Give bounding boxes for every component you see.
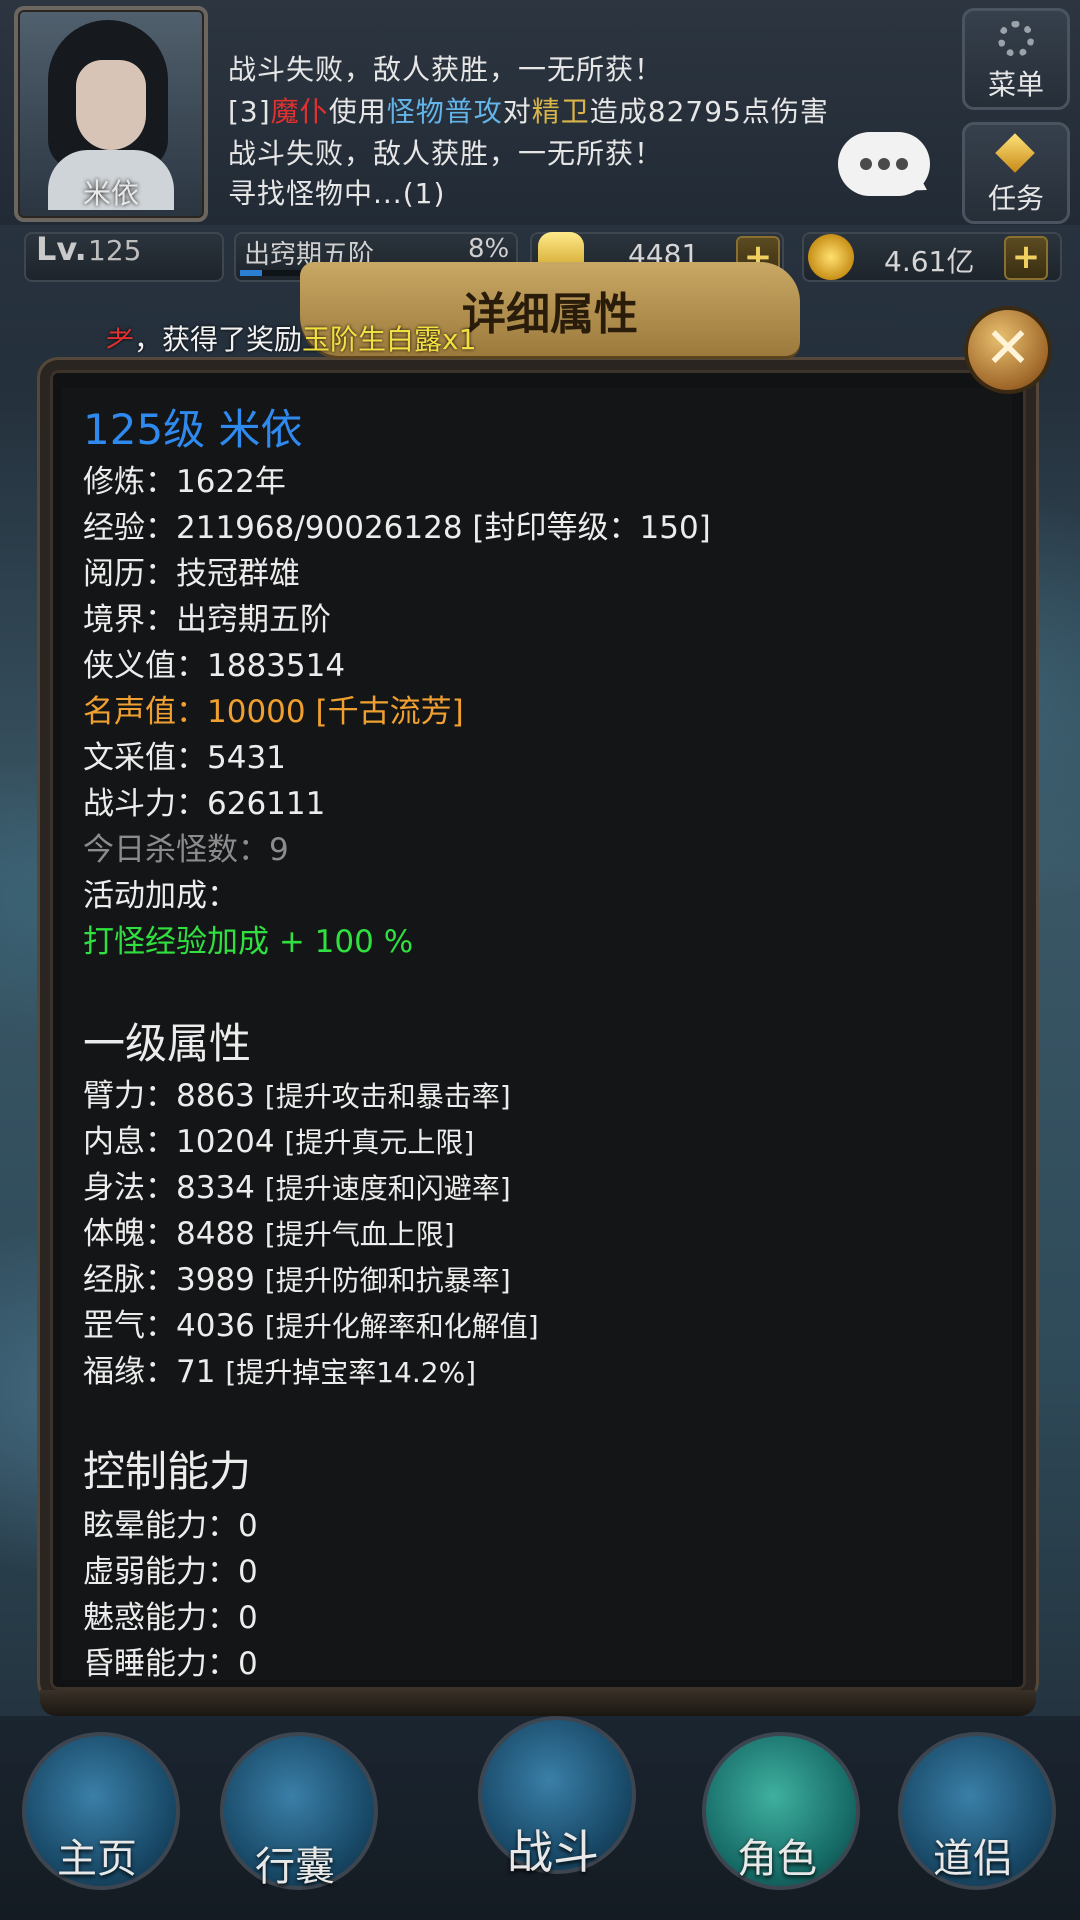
info-row: 阅历：技冠群雄: [83, 556, 300, 592]
character-heading: 125级 米依: [83, 405, 303, 454]
nav-home-label: 主页: [57, 1836, 137, 1882]
attribute-stat: 体魄：8488: [83, 1216, 255, 1252]
level-label: Lv.: [36, 230, 87, 268]
kill-count-row: 今日杀怪数：9: [83, 832, 289, 868]
attribute-row: 福缘：71 [提升掉宝率14.2%]: [83, 1346, 476, 1391]
attribute-row: 经脉：3989 [提升防御和抗暴率]: [83, 1254, 511, 1299]
control-row: 虚弱能力：0: [83, 1554, 258, 1590]
menu-label: 菜单: [987, 68, 1044, 101]
battle-log-line: 寻找怪物中...(1): [228, 177, 446, 210]
chat-dot: [878, 158, 890, 170]
coin-value: 4.61亿: [884, 245, 975, 278]
exp-bonus-row: 打怪经验加成 + 100 %: [83, 924, 414, 960]
add-coin-button[interactable]: +: [1004, 236, 1048, 280]
info-row: 经验：211968/90026128 [封印等级：150]: [83, 510, 711, 546]
attribute-stat: 内息：10204: [83, 1124, 275, 1160]
attribute-desc: [提升攻击和暴击率]: [264, 1080, 511, 1113]
nav-role[interactable]: 角色: [682, 1716, 872, 1920]
primary-attributes-title: 一级属性: [83, 1019, 252, 1068]
avatar[interactable]: 米依: [14, 6, 208, 222]
task-button[interactable]: 任务: [962, 122, 1070, 224]
task-label: 任务: [987, 182, 1044, 215]
chat-dot: [860, 158, 872, 170]
control-abilities-title: 控制能力: [83, 1447, 252, 1496]
avatar-face: [76, 60, 146, 150]
log-target: 精卫: [531, 95, 590, 128]
top-header: 米依 战斗失败，敌人获胜，一无所获！ [3]魔仆使用怪物普攻对精卫造成82795…: [0, 0, 1080, 225]
attribute-stat: 身法：8334: [83, 1170, 255, 1206]
realm-progress-text: 8%: [468, 234, 510, 264]
attribute-desc: [提升掉宝率14.2%]: [225, 1356, 477, 1389]
attribute-stat: 臂力：8863: [83, 1078, 255, 1114]
control-row: 昏睡能力：0: [83, 1646, 258, 1678]
chat-dot: [896, 158, 908, 170]
log-verb-use: 使用: [328, 95, 387, 128]
log-skill: 怪物普攻: [386, 95, 503, 128]
attribute-desc: [提升速度和闪避率]: [264, 1172, 511, 1205]
attribute-row: 臂力：8863 [提升攻击和暴击率]: [83, 1070, 511, 1115]
coin-icon: [808, 234, 854, 280]
attribute-stat: 经脉：3989: [83, 1262, 255, 1298]
nav-home[interactable]: 主页: [2, 1716, 192, 1920]
modal-bottom-trim: [40, 1690, 1036, 1716]
attribute-stat: 福缘：71: [83, 1354, 216, 1390]
attribute-desc: [提升防御和抗暴率]: [264, 1264, 511, 1297]
close-icon: ✕: [984, 316, 1032, 381]
info-row: 境界：出窍期五阶: [83, 602, 331, 638]
attribute-row: 罡气：4036 [提升化解率和化解值]: [83, 1300, 539, 1345]
log-round: [3]: [228, 95, 271, 128]
log-verb-to: 对: [502, 95, 532, 128]
attribute-desc: [提升化解率和化解值]: [264, 1310, 539, 1343]
nav-battle-label: 战斗: [507, 1825, 599, 1879]
info-row: 文采值：5431: [83, 740, 286, 776]
level-value: 125: [88, 234, 142, 267]
info-row: 修炼：1622年: [83, 464, 286, 500]
control-row: 魅惑能力：0: [83, 1600, 258, 1636]
attribute-row: 体魄：8488 [提升气血上限]: [83, 1208, 455, 1253]
attribute-row: 身法：8334 [提升速度和闪避率]: [83, 1162, 511, 1207]
log-attacker: 魔仆: [270, 95, 329, 128]
reward-notice-prefix-glyph: 耂: [106, 323, 135, 356]
reward-notice: 耂，获得了奖励玉阶生白露x1: [106, 318, 476, 358]
info-row: 侠义值：1883514: [83, 648, 346, 684]
info-row: 战斗力：626111: [83, 786, 326, 822]
info-row: 活动加成：: [83, 878, 238, 914]
nav-bag[interactable]: 行囊: [200, 1716, 390, 1920]
battle-log-line: 战斗失败，敌人获胜，一无所获！: [228, 137, 664, 170]
battle-log-attack-line: [3]魔仆使用怪物普攻对精卫造成82795点伤害: [228, 90, 829, 130]
nav-role-label: 角色: [737, 1836, 817, 1882]
battle-log-line: 战斗失败，敌人获胜，一无所获！: [228, 53, 664, 86]
menu-button[interactable]: 菜单: [962, 8, 1070, 110]
nav-battle[interactable]: 战斗: [458, 1716, 648, 1920]
player-name: 米依: [82, 177, 139, 210]
attribute-stat: 罡气：4036: [83, 1308, 255, 1344]
gear-icon: [998, 21, 1034, 57]
control-row: 眩晕能力：0: [83, 1508, 258, 1544]
attribute-desc: [提升真元上限]: [284, 1126, 475, 1159]
nav-partner-label: 道侣: [933, 1836, 1013, 1882]
attribute-row: 内息：10204 [提升真元上限]: [83, 1116, 474, 1161]
reward-text: ，获得了奖励: [134, 323, 303, 356]
log-damage: 造成82795点伤害: [589, 95, 829, 128]
realm-progress-fill: [240, 270, 262, 276]
fame-row: 名声值：10000 [千古流芳]: [83, 694, 464, 730]
reward-item: 玉阶生白露x1: [302, 323, 477, 356]
nav-partner[interactable]: 道侣: [878, 1716, 1068, 1920]
nav-bag-label: 行囊: [255, 1844, 335, 1890]
close-button[interactable]: ✕: [964, 306, 1052, 394]
attribute-desc: [提升气血上限]: [264, 1218, 455, 1251]
gem-icon: [995, 133, 1035, 173]
